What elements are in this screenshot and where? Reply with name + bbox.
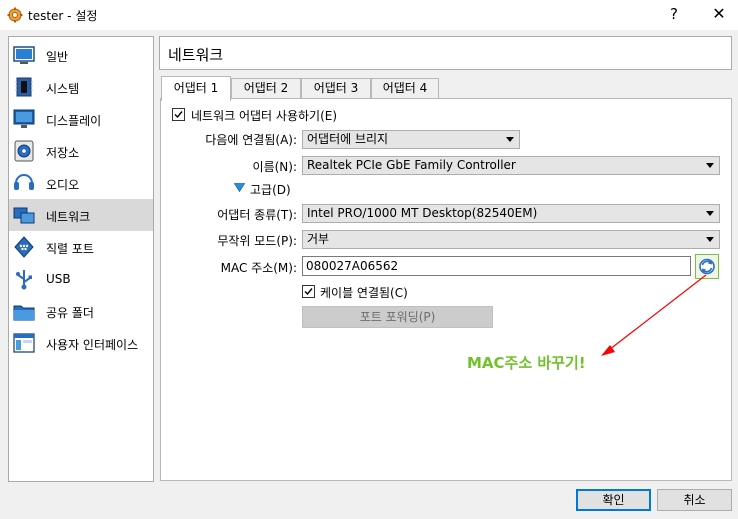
sidebar-item-label: 사용자 인터페이스	[46, 338, 139, 352]
sidebar-item-label: USB	[46, 272, 71, 286]
tab-adapter-2[interactable]: 어댑터 2	[231, 78, 301, 99]
enable-adapter-label: 네트워크 어댑터 사용하기(E)	[191, 109, 338, 123]
sidebar-item-label: 직렬 포트	[46, 242, 94, 256]
sidebar-item-general[interactable]: 일반	[9, 39, 153, 71]
sidebar-item-label: 일반	[46, 50, 69, 64]
sidebar-item-label: 저장소	[46, 146, 80, 160]
promiscuous-mode-label: 무작위 모드(P):	[217, 234, 297, 248]
expand-triangle-icon[interactable]	[234, 183, 245, 192]
advanced-toggle[interactable]: 고급(D)	[250, 181, 291, 198]
cable-connected-checkbox[interactable]	[302, 285, 315, 298]
adapter-type-select[interactable]: Intel PRO/1000 MT Desktop(82540EM)	[302, 204, 720, 223]
system-icon	[15, 77, 33, 97]
chevron-down-icon	[706, 237, 714, 242]
section-header: 네트워크	[159, 36, 732, 70]
mac-address-label: MAC 주소(M):	[220, 261, 297, 275]
usb-icon	[16, 270, 32, 290]
sidebar-item-audio[interactable]: 오디오	[9, 167, 153, 199]
sidebar-item-shared-folder[interactable]: 공유 폴더	[9, 295, 153, 327]
ok-button[interactable]: 확인	[576, 489, 651, 511]
port-forwarding-button[interactable]: 포트 포워딩(P)	[302, 306, 493, 328]
network-icon	[13, 207, 35, 224]
annotation-text: MAC주소 바꾸기!	[467, 354, 586, 372]
adapter-panel: 네트워크 어댑터 사용하기(E) 다음에 연결됨(A): 어댑터에 브리지 이름…	[160, 98, 732, 481]
annotation-arrow	[601, 274, 707, 356]
tab-adapter-1[interactable]: 어댑터 1	[161, 76, 231, 101]
chevron-down-icon	[706, 211, 714, 216]
gear-icon	[7, 7, 23, 23]
sidebar-item-label: 디스플레이	[46, 114, 102, 128]
sidebar-item-serial-port[interactable]: 직렬 포트	[9, 231, 153, 263]
storage-icon	[14, 140, 34, 162]
checkmark-icon	[174, 111, 183, 119]
checkmark-icon	[304, 288, 313, 296]
cancel-button[interactable]: 취소	[657, 489, 732, 511]
chevron-down-icon	[506, 137, 514, 142]
sidebar-item-display[interactable]: 디스플레이	[9, 103, 153, 135]
promiscuous-mode-select[interactable]: 거부	[302, 230, 720, 249]
serial-port-icon	[14, 236, 34, 258]
name-value: Realtek PCIe GbE Family Controller	[307, 158, 516, 172]
sidebar-item-network[interactable]: 네트워크	[9, 199, 153, 231]
tab-adapter-4[interactable]: 어댑터 4	[371, 78, 439, 99]
sidebar-item-storage[interactable]: 저장소	[9, 135, 153, 167]
general-icon	[13, 46, 35, 64]
adapter-type-label: 어댑터 종류(T):	[217, 208, 297, 222]
attached-to-value: 어댑터에 브리지	[307, 132, 389, 146]
attached-to-select[interactable]: 어댑터에 브리지	[302, 130, 520, 149]
display-icon	[13, 109, 35, 128]
name-label: 이름(N):	[252, 160, 297, 174]
sidebar-item-user-interface[interactable]: 사용자 인터페이스	[9, 327, 153, 359]
sidebar-item-usb[interactable]: USB	[9, 263, 153, 295]
cable-connected-label: 케이블 연결됨(C)	[320, 286, 408, 300]
name-select[interactable]: Realtek PCIe GbE Family Controller	[302, 156, 720, 175]
adapter-type-value: Intel PRO/1000 MT Desktop(82540EM)	[307, 206, 538, 220]
title-bar: tester - 설정 ? ✕	[0, 0, 738, 30]
enable-adapter-checkbox[interactable]	[172, 108, 185, 121]
sidebar-item-label: 공유 폴더	[46, 306, 94, 320]
sidebar-item-label: 시스템	[46, 82, 80, 96]
user-interface-icon	[13, 333, 35, 353]
promiscuous-mode-value: 거부	[307, 232, 330, 246]
settings-sidebar: 일반 시스템 디스플레이 저장소 오디오 네트워크 직렬 포트 USB 공유 폴…	[8, 36, 154, 482]
tab-adapter-3[interactable]: 어댑터 3	[301, 78, 371, 99]
page-title: 네트워크	[168, 46, 224, 64]
sidebar-item-label: 네트워크	[46, 210, 91, 224]
attached-to-label: 다음에 연결됨(A):	[205, 133, 297, 147]
chevron-down-icon	[706, 163, 714, 168]
sidebar-item-system[interactable]: 시스템	[9, 71, 153, 103]
help-button[interactable]: ?	[662, 3, 686, 25]
shared-folder-icon	[13, 305, 35, 321]
sidebar-item-label: 오디오	[46, 178, 80, 192]
audio-icon	[14, 174, 34, 190]
window-title: tester - 설정	[28, 9, 98, 23]
close-button[interactable]: ✕	[706, 3, 732, 25]
